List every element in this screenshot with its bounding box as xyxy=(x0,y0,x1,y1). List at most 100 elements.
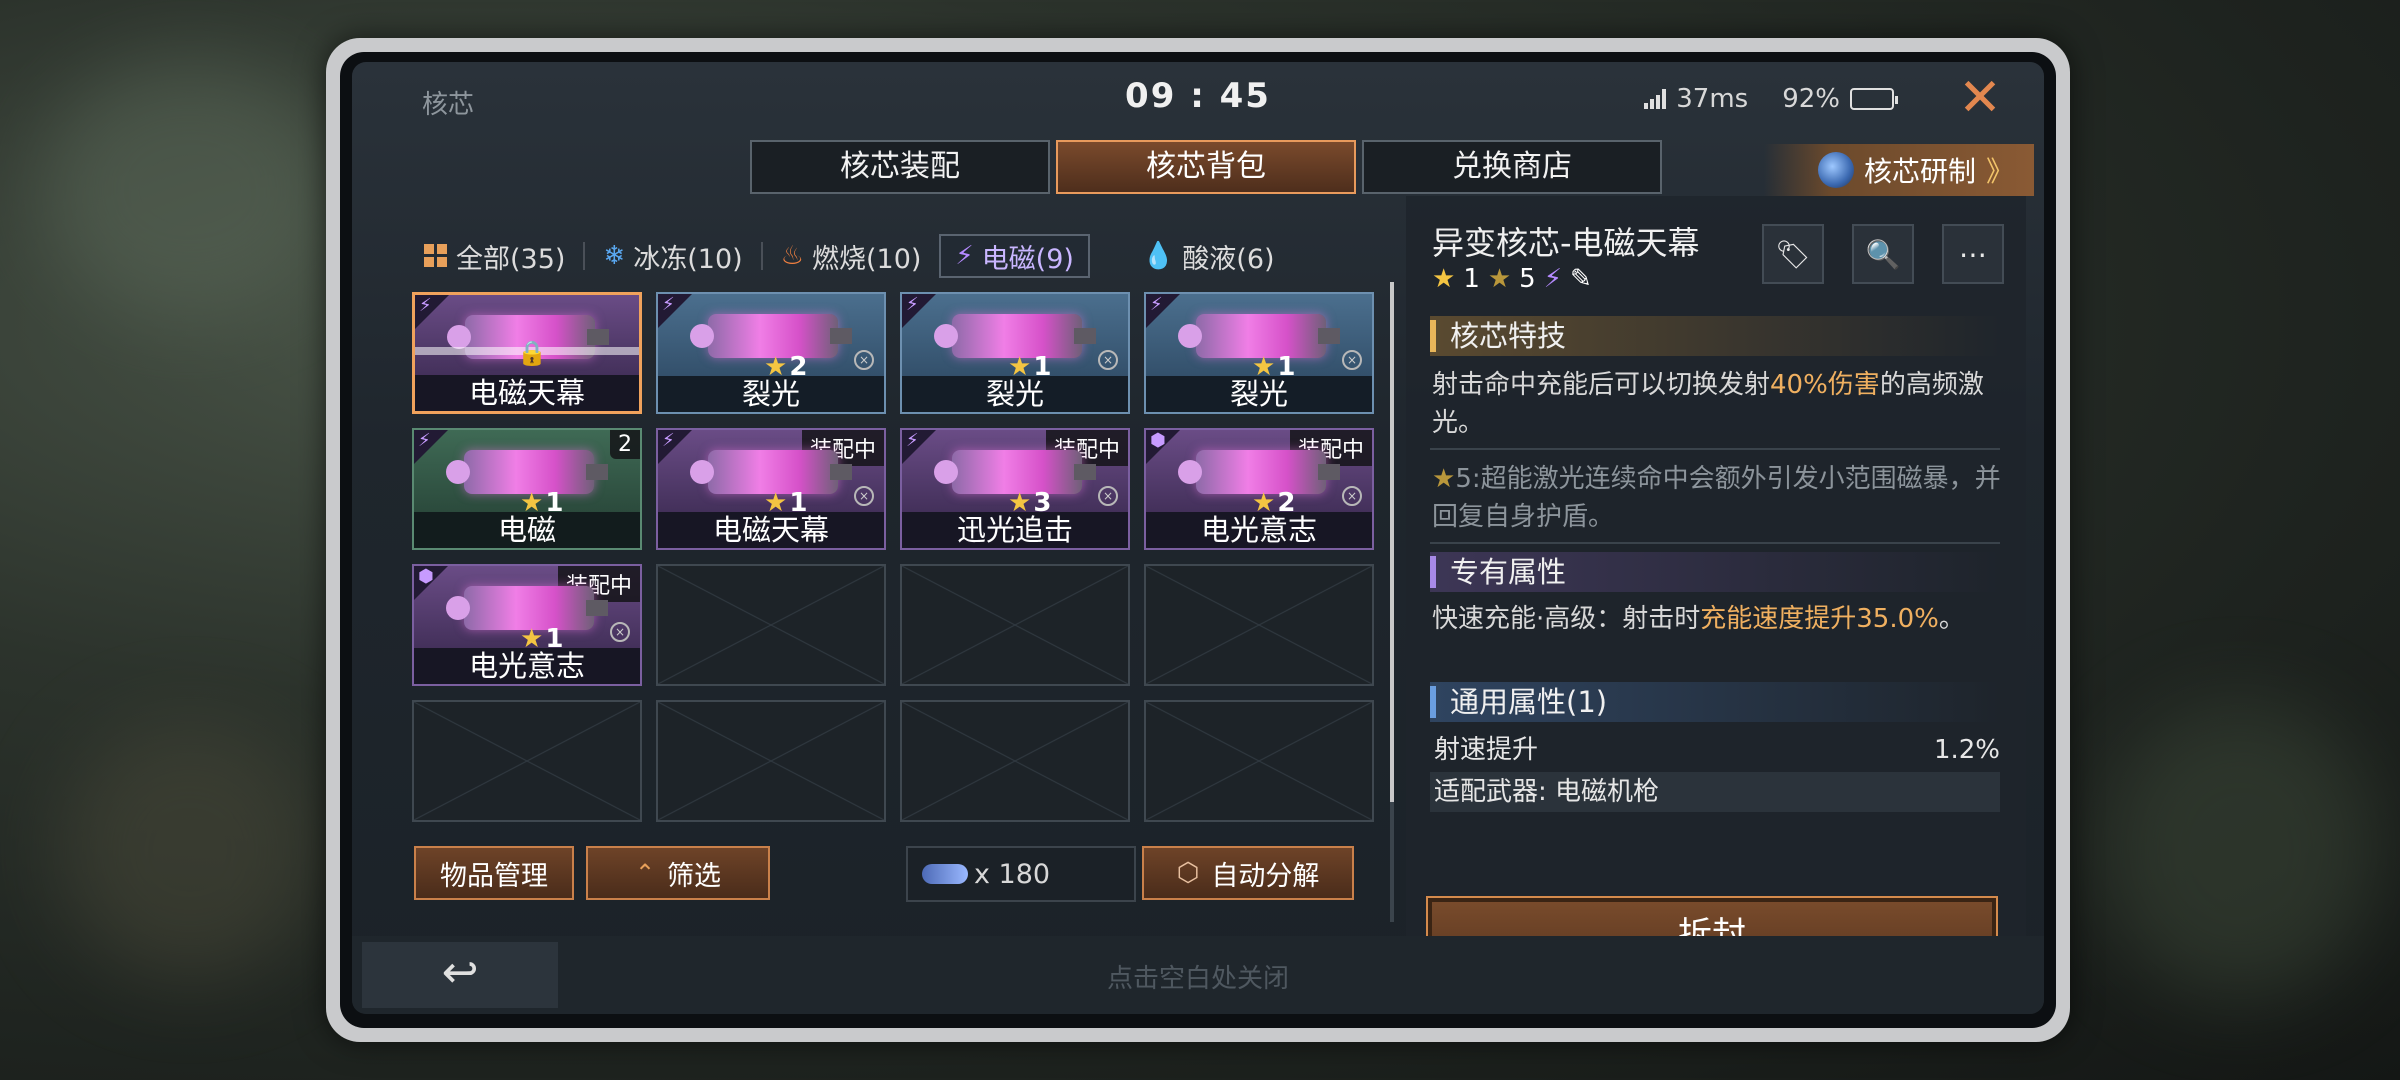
core-slot[interactable]: ⚡ ★2 × 裂光 xyxy=(656,292,886,414)
filter-electromagnetic[interactable]: ⚡ 电磁(9) xyxy=(939,234,1090,278)
core-slot[interactable]: ⬢ 装配中 ★2 × 电光意志 xyxy=(1144,428,1374,550)
more-icon: ⋯ xyxy=(1959,237,1987,271)
item-management-label: 物品管理 xyxy=(440,860,548,892)
empty-slot xyxy=(656,700,886,822)
type-badge: ⚡ xyxy=(658,294,692,328)
close-icon: ✕ xyxy=(1958,68,2002,128)
core-name: 电光意志 xyxy=(414,648,640,684)
exclusive-text-a: 快速充能·高级：射击时 xyxy=(1432,604,1701,634)
core-name: 电磁天幕 xyxy=(658,512,884,548)
divider xyxy=(1430,448,2000,450)
filter-burn-label: 燃烧(10) xyxy=(811,243,922,275)
filter-all-label: 全部(35) xyxy=(456,243,566,275)
filter-button-label: 筛选 xyxy=(667,860,722,892)
star-level: 1 xyxy=(1463,264,1480,294)
skill-highlight: 40%伤害 xyxy=(1770,370,1880,400)
star-icon: ★ xyxy=(1432,464,1456,494)
core-slot[interactable]: ⚡ 装配中 ★3 × 迅光追击 xyxy=(900,428,1130,550)
core-name: 迅光追击 xyxy=(902,512,1128,548)
core-detail-panel: 异变核芯-电磁天幕 ★ 1 ★ 5 ⚡ ✎ 🏷 🔍 ⋯ 核芯特技 射击命中充能后可以… xyxy=(1406,196,2026,986)
tag-button[interactable]: 🏷 xyxy=(1762,224,1824,284)
device-frame: 核芯 09 : 45 37ms 92% ✕ 核芯装配 核芯背包 兑换商店 核芯研… xyxy=(326,38,2070,1042)
core-skill-text: 射击命中充能后可以切换发射40%伤害的高频激光。 xyxy=(1432,366,2002,442)
empty-slot xyxy=(900,564,1130,686)
tab-core-backpack[interactable]: 核芯背包 xyxy=(1056,140,1356,194)
filter-acid[interactable]: 💧 酸液(6) xyxy=(1128,234,1289,278)
filter-electromagnetic-label: 电磁(9) xyxy=(981,243,1074,275)
filter-button[interactable]: ⌃ 筛选 xyxy=(586,846,770,900)
empty-slot xyxy=(1144,700,1374,822)
star5-effect-text: ★5:超能激光连续命中会额外引发小范围磁暴，并回复自身护盾。 xyxy=(1432,460,2002,536)
battery-icon xyxy=(1850,88,1898,110)
star-max: 5 xyxy=(1519,264,1536,294)
divider xyxy=(1430,542,2000,544)
type-badge: ⚡ xyxy=(658,430,692,464)
filter-funnel-icon: ⌃ xyxy=(634,859,656,887)
core-slot[interactable]: ⚡ 2 ★1 电磁 xyxy=(412,428,642,550)
cube-icon: ⬡ xyxy=(1176,858,1200,888)
type-badge: ⬢ xyxy=(414,566,448,600)
core-slot[interactable]: ⚡ ★1 × 裂光 xyxy=(900,292,1130,414)
filter-burn[interactable]: ♨ 燃烧(10) xyxy=(767,234,936,278)
empty-slot xyxy=(1144,564,1374,686)
empty-slot xyxy=(412,700,642,822)
star-icon: ★ xyxy=(1432,264,1456,294)
inspect-button[interactable]: 🔍 xyxy=(1852,224,1914,284)
tag-icon: 🏷 xyxy=(1775,237,1811,271)
shield-icon: ⬢ xyxy=(1150,430,1166,451)
section-exclusive-attr: 专有属性 xyxy=(1430,552,2000,592)
core-slot[interactable]: ⬢ 装配中 ★1 × 电光意志 xyxy=(412,564,642,686)
signal-icon xyxy=(1644,89,1667,109)
attr-value: 1.2% xyxy=(1933,735,2000,765)
close-hint[interactable]: 点击空白处关闭 xyxy=(352,958,2044,995)
divider xyxy=(760,242,763,270)
more-button[interactable]: ⋯ xyxy=(1942,224,2004,284)
star-max-icon: ★ xyxy=(1487,264,1512,294)
empty-slot xyxy=(900,700,1130,822)
core-inventory-window: 核芯 09 : 45 37ms 92% ✕ 核芯装配 核芯背包 兑换商店 核芯研… xyxy=(352,62,2044,1014)
tab-bar: 核芯装配 核芯背包 兑换商店 xyxy=(750,140,1662,194)
item-management-button[interactable]: 物品管理 xyxy=(414,846,574,900)
status-dot-icon: × xyxy=(854,350,874,370)
type-badge: ⚡ xyxy=(1146,294,1180,328)
acid-drop-icon: 💧 xyxy=(1141,241,1175,271)
scrollbar[interactable] xyxy=(1390,282,1394,922)
auto-decompose-label: 自动分解 xyxy=(1211,860,1320,892)
core-slot[interactable]: ⚡ 🔒 电磁天幕 xyxy=(412,292,642,414)
core-detail-title: 异变核芯-电磁天幕 xyxy=(1432,224,1700,262)
type-badge: ⚡ xyxy=(902,294,936,328)
chevron-right-icon: 》 xyxy=(1985,155,2014,188)
filter-acid-label: 酸液(6) xyxy=(1182,243,1275,275)
status-dot-icon: × xyxy=(1098,350,1118,370)
auto-decompose-button[interactable]: ⬡ 自动分解 xyxy=(1142,846,1354,900)
tab-core-assembly[interactable]: 核芯装配 xyxy=(750,140,1050,194)
core-name: 电磁天幕 xyxy=(415,375,639,411)
status-bar: 37ms 92% xyxy=(1644,84,1898,114)
close-button[interactable]: ✕ xyxy=(1950,70,2010,126)
filter-all[interactable]: 全部(35) xyxy=(410,234,579,278)
core-slot[interactable]: ⚡ ★1 × 裂光 xyxy=(1144,292,1374,414)
star5-text: 超能激光连续命中会额外引发小范围磁暴，并回复自身护盾。 xyxy=(1432,464,2001,532)
core-research-button[interactable]: 核芯研制 》 xyxy=(1764,144,2034,196)
chip-icon xyxy=(922,864,968,884)
scrollbar-thumb[interactable] xyxy=(1390,282,1394,802)
device-screen: 核芯 09 : 45 37ms 92% ✕ 核芯装配 核芯背包 兑换商店 核芯研… xyxy=(340,52,2056,1028)
filter-bar: 全部(35) ❄ 冰冻(10) ♨ 燃烧(10) ⚡ 电磁(9) 💧 酸液(6) xyxy=(410,234,1289,278)
document-search-icon: 🔍 xyxy=(1865,237,1901,271)
core-name: 电磁 xyxy=(414,512,640,548)
filter-freeze[interactable]: ❄ 冰冻(10) xyxy=(589,234,756,278)
core-name: 裂光 xyxy=(658,376,884,412)
type-badge: ⚡ xyxy=(415,295,449,329)
core-slot[interactable]: ⚡ 装配中 ★1 × 电磁天幕 xyxy=(656,428,886,550)
attr-name: 射速提升 xyxy=(1434,735,1539,765)
tab-exchange-shop[interactable]: 兑换商店 xyxy=(1362,140,1662,194)
weapon-type-icon: ✎ xyxy=(1569,264,1592,294)
chip-counter: x 180 xyxy=(906,846,1136,902)
stack-count: 2 xyxy=(610,430,640,459)
lightning-icon: ⚡ xyxy=(419,295,432,316)
section-core-skill: 核芯特技 xyxy=(1430,316,2000,356)
skill-text-a: 射击命中充能后可以切换发射 xyxy=(1432,370,1771,400)
lightning-icon: ⚡ xyxy=(906,430,919,451)
status-dot-icon: × xyxy=(1098,486,1118,506)
empty-slot xyxy=(656,564,886,686)
